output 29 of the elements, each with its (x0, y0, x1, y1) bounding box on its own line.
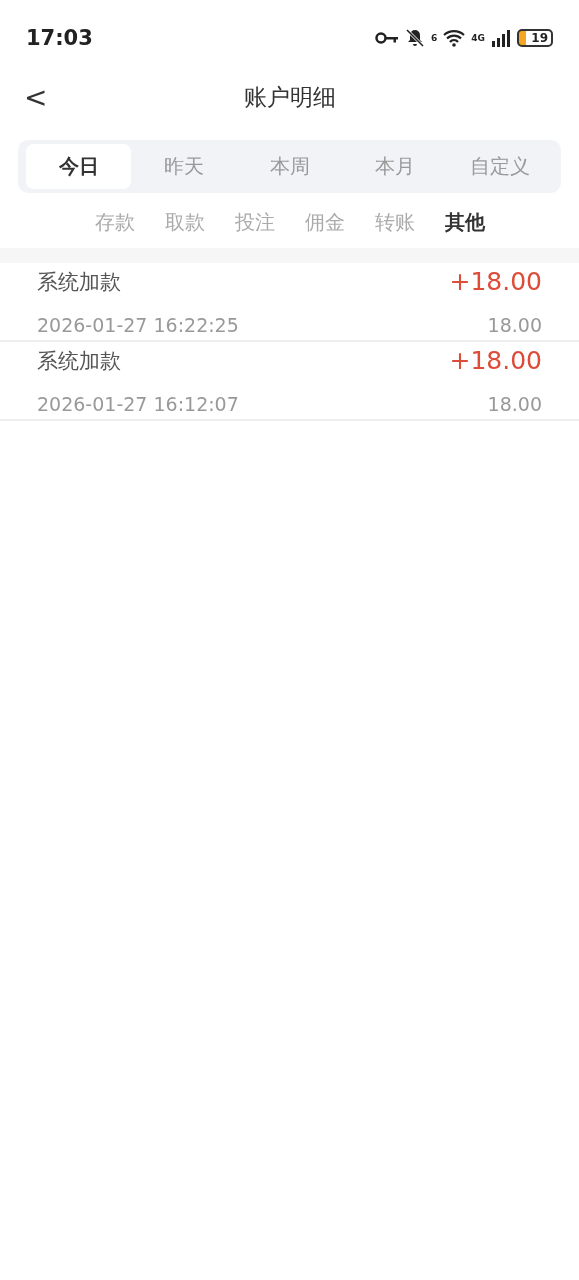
back-button[interactable]: < (24, 81, 48, 114)
period-tab[interactable]: 昨天 (131, 144, 237, 189)
record-balance: 18.00 (487, 314, 542, 336)
category-tab[interactable]: 存款 (89, 209, 140, 236)
record-amount: +18.00 (449, 346, 542, 375)
period-tab[interactable]: 自定义 (447, 144, 554, 189)
battery-icon: 19 (517, 28, 553, 47)
record-balance: 18.00 (487, 393, 542, 415)
record-time: 2026-01-27 16:12:07 (37, 393, 239, 415)
category-tab[interactable]: 其他 (439, 209, 490, 236)
category-tab[interactable]: 投注 (229, 209, 280, 236)
period-tab[interactable]: 本周 (236, 144, 343, 189)
period-tab[interactable]: 本月 (342, 144, 448, 189)
category-tab[interactable]: 取款 (159, 209, 210, 236)
category-tab[interactable]: 佣金 (299, 209, 350, 236)
bell-off-icon (405, 27, 426, 48)
period-tab[interactable]: 今日 (26, 144, 132, 189)
wifi-icon (443, 28, 466, 47)
category-tab[interactable]: 转账 (369, 209, 420, 236)
page-title: 账户明细 (243, 83, 336, 112)
record-amount: +18.00 (449, 267, 542, 296)
record-title: 系统加款 (37, 347, 121, 375)
record-title: 系统加款 (37, 268, 121, 296)
key-icon (375, 31, 400, 44)
record-time: 2026-01-27 16:22:25 (37, 314, 239, 336)
signal-icon (491, 28, 511, 47)
wifi-label: 6 (431, 32, 438, 43)
network-label: 4G (471, 32, 485, 43)
status-time: 17:03 (26, 25, 93, 50)
